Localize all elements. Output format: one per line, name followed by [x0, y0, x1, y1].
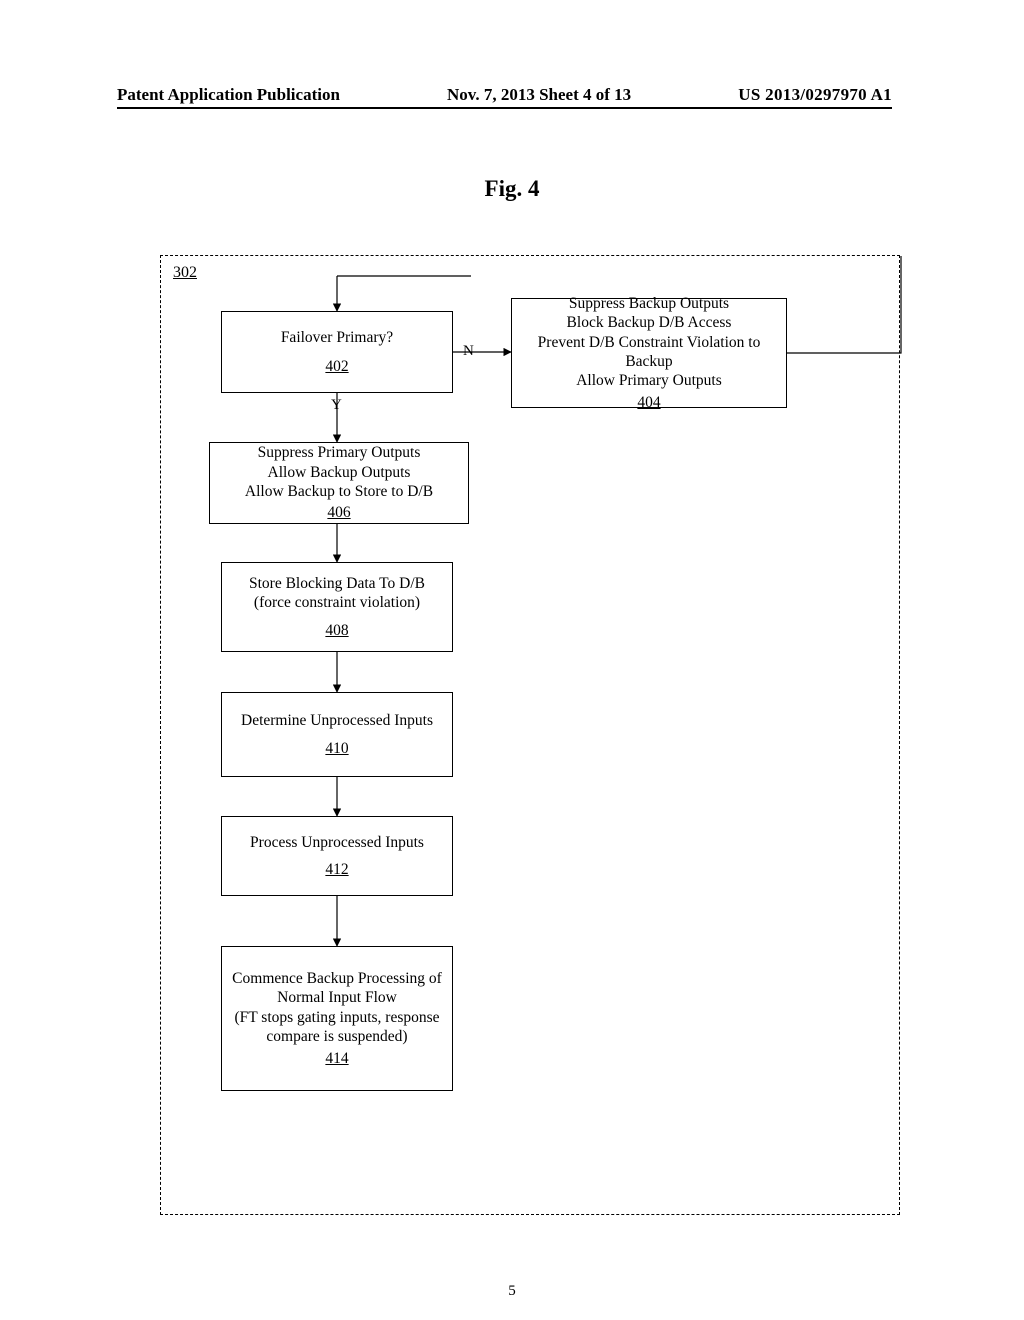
figure-title: Fig. 4: [0, 176, 1024, 202]
node-text: Allow Primary Outputs: [518, 371, 780, 390]
node-text: Suppress Backup Outputs: [518, 294, 780, 313]
node-ref: 408: [228, 621, 446, 640]
header-rule: [117, 107, 892, 109]
page-number: 5: [0, 1283, 1024, 1300]
page-header: Patent Application Publication Nov. 7, 2…: [117, 85, 892, 105]
edge-label-yes: Y: [331, 397, 342, 414]
header-center: Nov. 7, 2013 Sheet 4 of 13: [447, 85, 631, 105]
page: Patent Application Publication Nov. 7, 2…: [0, 0, 1024, 1320]
node-404-suppress-backup: Suppress Backup Outputs Block Backup D/B…: [511, 298, 787, 408]
header-left: Patent Application Publication: [117, 85, 340, 105]
node-text: (FT stops gating inputs, response compar…: [228, 1008, 446, 1047]
node-ref: 402: [228, 357, 446, 376]
node-ref: 414: [228, 1049, 446, 1068]
node-text: Block Backup D/B Access: [518, 313, 780, 332]
node-ref: 404: [518, 393, 780, 412]
node-ref: 412: [228, 860, 446, 879]
node-text: Allow Backup Outputs: [216, 463, 462, 482]
node-text: Store Blocking Data To D/B: [228, 574, 446, 593]
node-ref: 406: [216, 503, 462, 522]
node-410-determine-unprocessed: Determine Unprocessed Inputs 410: [221, 692, 453, 777]
node-414-commence-backup: Commence Backup Processing of Normal Inp…: [221, 946, 453, 1091]
edge-label-no: N: [463, 343, 474, 360]
node-text: Prevent D/B Constraint Violation to Back…: [518, 333, 780, 372]
node-412-process-unprocessed: Process Unprocessed Inputs 412: [221, 816, 453, 896]
node-text: Determine Unprocessed Inputs: [228, 711, 446, 730]
flowchart-container-302: 302: [160, 255, 900, 1215]
node-text: Commence Backup Processing of Normal Inp…: [228, 969, 446, 1008]
node-text: Allow Backup to Store to D/B: [216, 482, 462, 501]
node-text: Failover Primary?: [228, 328, 446, 347]
node-408-store-blocking: Store Blocking Data To D/B (force constr…: [221, 562, 453, 652]
node-text: (force constraint violation): [228, 593, 446, 612]
header-pubnum: US 2013/0297970 A1: [738, 85, 892, 105]
node-406-suppress-primary: Suppress Primary Outputs Allow Backup Ou…: [209, 442, 469, 524]
node-402-failover-primary: Failover Primary? 402: [221, 311, 453, 393]
node-text: Process Unprocessed Inputs: [228, 833, 446, 852]
node-ref: 410: [228, 739, 446, 758]
node-text: Suppress Primary Outputs: [216, 443, 462, 462]
